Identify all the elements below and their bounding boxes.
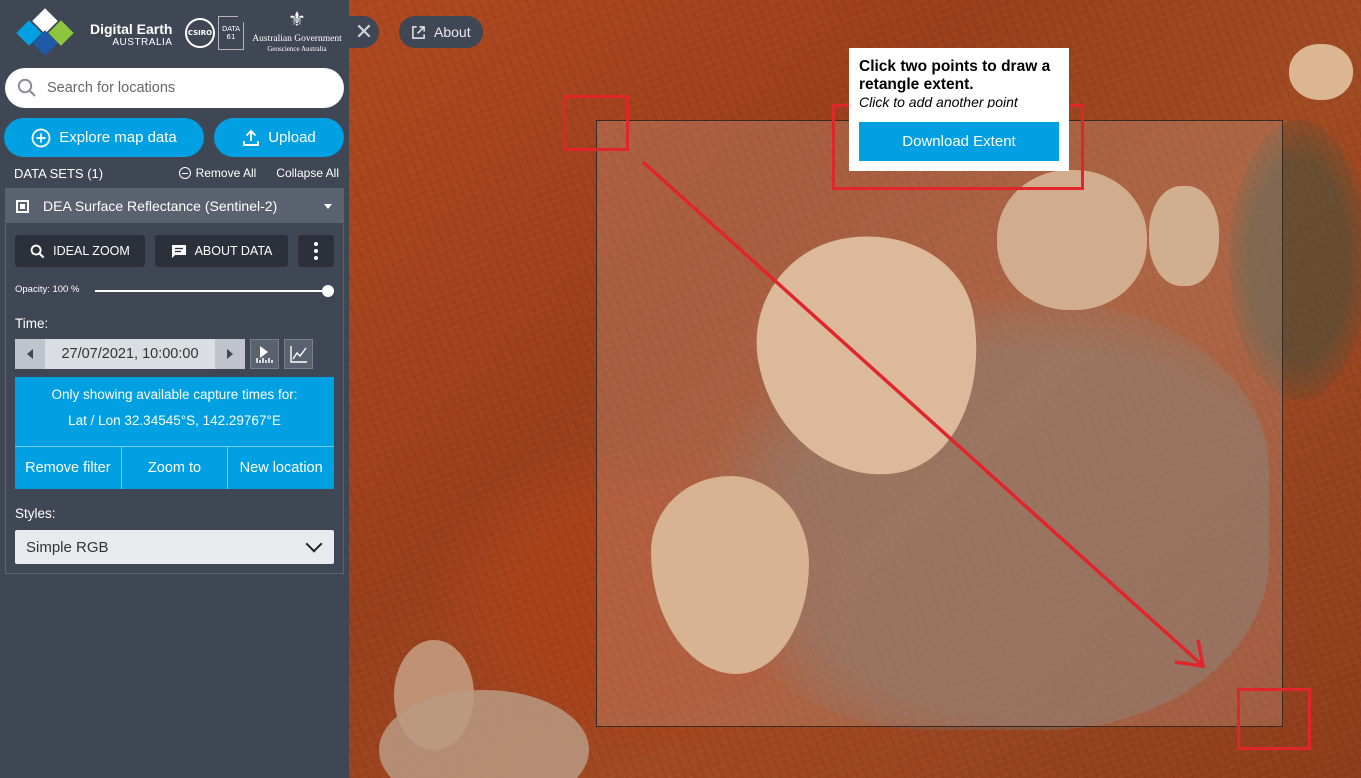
- more-options-button[interactable]: [298, 235, 334, 267]
- draw-extent-popup: Click two points to draw a retangle exte…: [849, 48, 1069, 171]
- remove-circle-icon: [178, 167, 191, 179]
- upload-label: Upload: [268, 129, 316, 146]
- crest-icon: ⚜: [288, 9, 306, 31]
- filter-actions: Remove filter Zoom to New location: [15, 446, 334, 489]
- filter-coordinates: Lat / Lon 32.34545°S, 142.29767°E: [68, 413, 281, 428]
- about-data-button[interactable]: ABOUT DATA: [155, 235, 288, 267]
- remove-filter-button[interactable]: Remove filter: [15, 447, 122, 489]
- external-link-icon: [412, 25, 425, 39]
- sidebar: Digital Earth AUSTRALIA CSIRO DATA 61 ⚜ …: [0, 0, 349, 778]
- timeline-animate-button[interactable]: [250, 339, 279, 369]
- dataset-visibility-checkbox[interactable]: [16, 199, 29, 213]
- upload-button[interactable]: Upload: [214, 118, 344, 157]
- data61-logo: DATA 61: [218, 16, 244, 50]
- style-select[interactable]: Simple RGB: [15, 530, 334, 564]
- zoom-to-button[interactable]: Zoom to: [122, 447, 229, 489]
- opacity-slider-track[interactable]: [95, 290, 328, 292]
- ideal-zoom-button[interactable]: IDEAL ZOOM: [15, 235, 145, 267]
- comment-icon: [171, 244, 186, 258]
- datasets-title: DATA SETS (1): [14, 165, 104, 181]
- datasets-header: DATA SETS (1) Remove All Collapse All: [14, 164, 339, 182]
- dataset-panel: DEA Surface Reflectance (Sentinel-2) IDE…: [5, 188, 344, 574]
- about-data-label: ABOUT DATA: [194, 244, 273, 258]
- play-timeline-icon: [255, 346, 273, 363]
- brand-header: Digital Earth AUSTRALIA CSIRO DATA 61 ⚜ …: [0, 0, 349, 66]
- dataset-header-row[interactable]: DEA Surface Reflectance (Sentinel-2): [6, 189, 343, 223]
- popup-title: Click two points to draw a retangle exte…: [859, 58, 1051, 93]
- annotation-start-point-box: [563, 95, 629, 151]
- brand-line-2: AUSTRALIA: [112, 37, 173, 48]
- explore-map-data-button[interactable]: Explore map data: [4, 118, 204, 157]
- next-date-button[interactable]: [215, 339, 245, 369]
- filter-description: Only showing available capture times for…: [51, 387, 298, 402]
- dry-lake: [1289, 44, 1353, 100]
- remove-all-label: Remove All: [195, 166, 257, 180]
- brand-line-1: Digital Earth: [90, 21, 173, 37]
- dea-logo-icon: [16, 8, 74, 56]
- arrow-left-icon: [27, 349, 33, 359]
- popup-subtitle: Click to add another point: [859, 94, 1018, 108]
- new-location-button[interactable]: New location: [228, 447, 334, 489]
- remove-all-button[interactable]: Remove All: [178, 166, 257, 180]
- opacity-label: Opacity: 100 %: [15, 284, 80, 295]
- csiro-logo: CSIRO: [185, 18, 215, 48]
- capture-time-filter: Only showing available capture times for…: [15, 377, 334, 489]
- ideal-zoom-label: IDEAL ZOOM: [53, 244, 130, 258]
- search-icon: [30, 244, 45, 258]
- download-extent-button[interactable]: Download Extent: [859, 122, 1059, 161]
- more-vertical-icon: [314, 242, 318, 260]
- australian-government-logo: ⚜ Australian Government Geoscience Austr…: [252, 6, 342, 62]
- add-circle-icon: [31, 128, 51, 147]
- date-value[interactable]: 27/07/2021, 10:00:00: [45, 346, 215, 362]
- style-value: Simple RGB: [26, 538, 109, 556]
- chevron-down-icon: [305, 535, 323, 553]
- about-label: About: [434, 24, 471, 40]
- previous-date-button[interactable]: [15, 339, 45, 369]
- close-icon: ✕: [354, 19, 374, 45]
- explore-label: Explore map data: [59, 129, 177, 146]
- upload-icon: [243, 129, 260, 146]
- opacity-slider-thumb[interactable]: [322, 285, 334, 297]
- dataset-label: DEA Surface Reflectance (Sentinel-2): [43, 198, 278, 214]
- chart-button[interactable]: [284, 339, 313, 369]
- search-icon: [17, 78, 36, 97]
- time-label: Time:: [15, 316, 49, 331]
- search-bar[interactable]: [5, 68, 344, 108]
- extent-selection-rectangle: [596, 120, 1283, 727]
- annotation-end-point-box: [1237, 688, 1311, 750]
- arrow-right-icon: [227, 349, 233, 359]
- search-input[interactable]: [47, 80, 317, 96]
- caret-down-icon[interactable]: [324, 203, 332, 209]
- gov-line-2: Geoscience Australia: [267, 45, 327, 53]
- gov-line-1: Australian Government: [252, 34, 342, 44]
- styles-label: Styles:: [15, 506, 56, 521]
- about-button[interactable]: About: [399, 16, 483, 48]
- line-chart-icon: [289, 346, 307, 363]
- collapse-all-button[interactable]: Collapse All: [276, 166, 339, 180]
- brand-name: Digital Earth AUSTRALIA: [90, 21, 172, 48]
- date-picker[interactable]: 27/07/2021, 10:00:00: [15, 339, 245, 369]
